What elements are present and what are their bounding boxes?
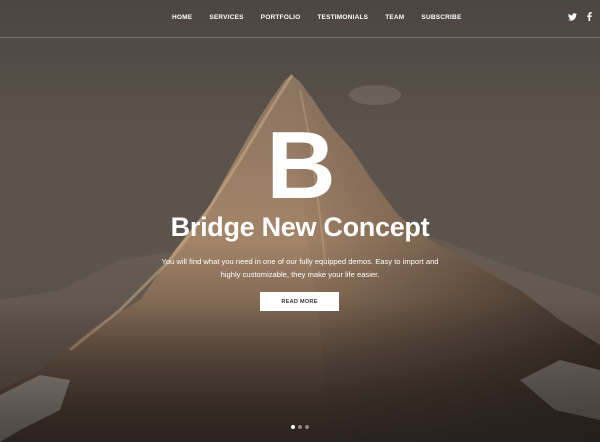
nav-menu: HOME SERVICES PORTFOLIO TESTIMONIALS TEA… xyxy=(172,14,479,21)
hero-logo-letter: B xyxy=(266,112,336,219)
slide-dot-1[interactable] xyxy=(291,425,295,429)
slide-dot-2[interactable] xyxy=(298,425,302,429)
nav-item-home[interactable]: HOME xyxy=(172,14,192,21)
nav-item-services[interactable]: SERVICES xyxy=(209,14,243,21)
hero-subtitle-line-1: You will find what you need in one of ou… xyxy=(161,257,439,266)
hero-section: HOME SERVICES PORTFOLIO TESTIMONIALS TEA… xyxy=(0,0,600,442)
nav-item-subscribe[interactable]: SUBSCRIBE xyxy=(421,14,461,21)
social-links xyxy=(568,12,592,21)
read-more-button[interactable]: READ MORE xyxy=(260,292,339,311)
top-navigation: HOME SERVICES PORTFOLIO TESTIMONIALS TEA… xyxy=(0,0,600,38)
twitter-icon[interactable] xyxy=(568,12,577,21)
nav-item-testimonials[interactable]: TESTIMONIALS xyxy=(317,14,368,21)
hero-title: Bridge New Concept xyxy=(170,212,430,242)
facebook-icon[interactable] xyxy=(587,12,592,21)
slide-dot-3[interactable] xyxy=(305,425,309,429)
nav-item-portfolio[interactable]: PORTFOLIO xyxy=(261,14,301,21)
hero-subtitle-line-2: highly customizable, they make your life… xyxy=(220,269,380,279)
hero-subtitle: You will find what you need in one of ou… xyxy=(150,256,450,281)
nav-item-team[interactable]: TEAM xyxy=(385,14,404,21)
slider-pagination xyxy=(291,425,309,429)
